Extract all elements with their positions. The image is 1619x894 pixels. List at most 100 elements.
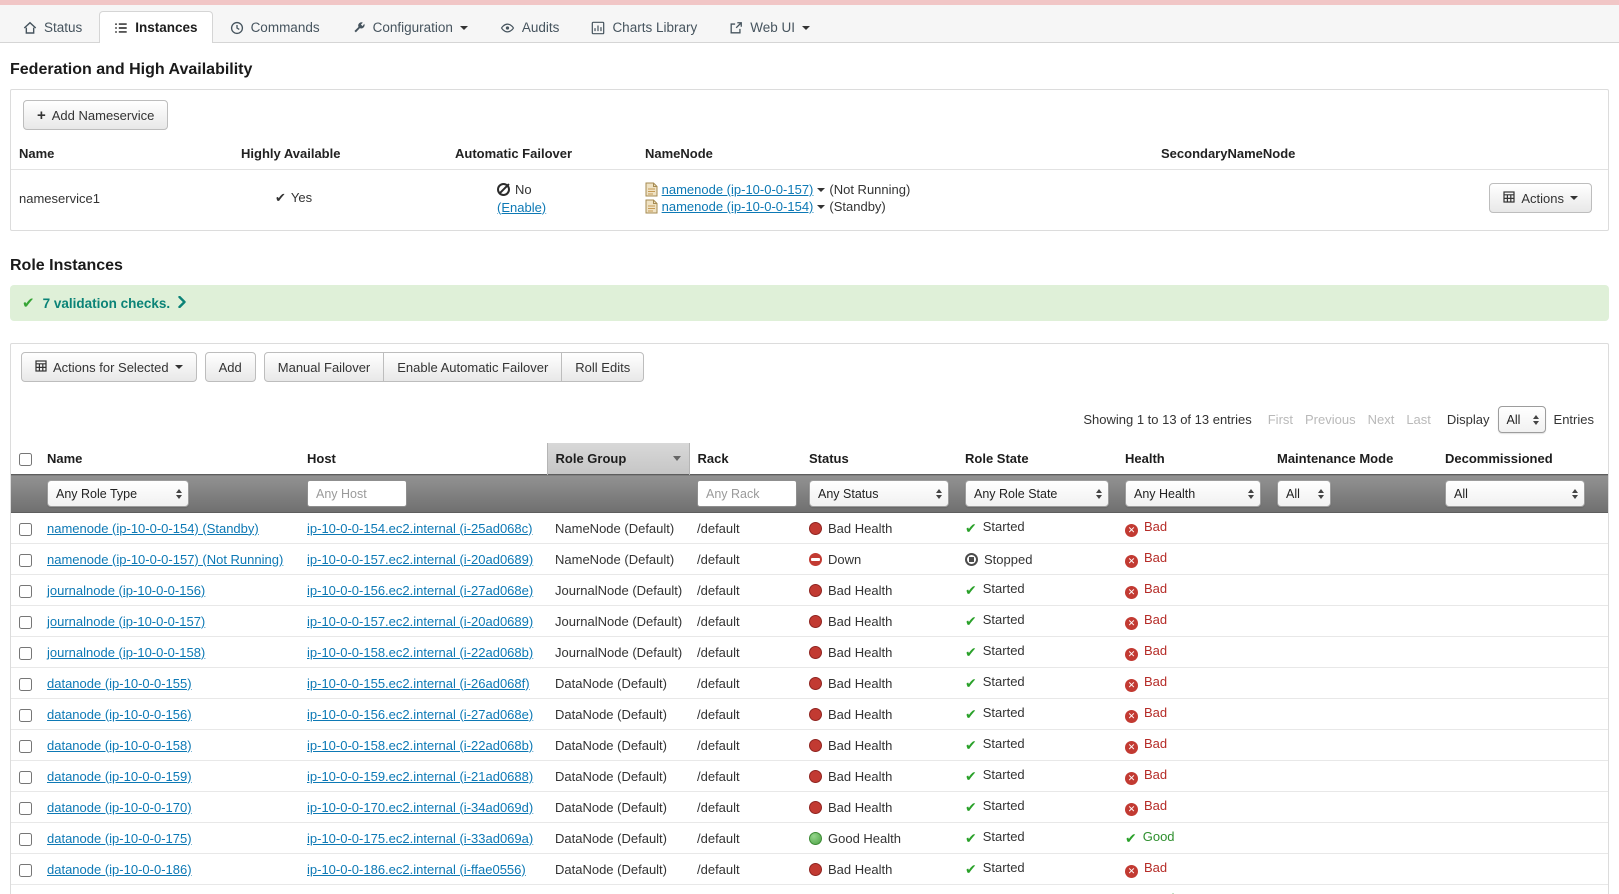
health-filter[interactable]: Any Health (1125, 480, 1261, 507)
host-link[interactable]: ip-10-0-0-156.ec2.internal (i-27ad068e) (307, 707, 533, 722)
namenode-entry: namenode (ip-10-0-0-157)(Not Running) (645, 182, 1145, 197)
decommissioned-filter[interactable]: All (1445, 480, 1585, 507)
select-all-checkbox[interactable] (19, 453, 32, 466)
host-link[interactable]: ip-10-0-0-157.ec2.internal (i-20ad0689) (307, 552, 533, 567)
row-checkbox[interactable] (19, 585, 32, 598)
next-page-link[interactable]: Next (1368, 412, 1395, 427)
table-row: balancer (ip-10-0-0-154) ip-10-0-0-154.e… (11, 885, 1608, 894)
row-checkbox[interactable] (19, 771, 32, 784)
namenode-menu-caret-icon[interactable] (817, 205, 825, 209)
role-instance-link[interactable]: datanode (ip-10-0-0-170) (47, 800, 192, 815)
tab-web-ui[interactable]: Web UI (714, 11, 825, 43)
namenode-link[interactable]: namenode (ip-10-0-0-154) (662, 199, 814, 214)
actions-for-selected-button[interactable]: Actions for Selected (21, 352, 197, 382)
nameservice-actions-button[interactable]: Actions (1489, 183, 1592, 213)
status-cell: Bad Health (801, 513, 957, 544)
status-cell: Bad Health (801, 792, 957, 823)
col-role-group[interactable]: Role Group (547, 443, 689, 475)
role-instance-link[interactable]: datanode (ip-10-0-0-175) (47, 831, 192, 846)
roll-edits-button[interactable]: Roll Edits (561, 352, 644, 382)
col-health[interactable]: Health (1117, 443, 1269, 475)
health-cell: Bad (1117, 730, 1269, 761)
role-state-icon (965, 706, 977, 723)
col-rack[interactable]: Rack (689, 443, 801, 475)
row-checkbox[interactable] (19, 833, 32, 846)
host-link[interactable]: ip-10-0-0-159.ec2.internal (i-21ad0688) (307, 769, 533, 784)
role-instance-link[interactable]: datanode (ip-10-0-0-156) (47, 707, 192, 722)
col-decommissioned[interactable]: Decommissioned (1437, 443, 1608, 475)
enable-automatic-failover-button[interactable]: Enable Automatic Failover (383, 352, 562, 382)
status-cell: Bad Health (801, 606, 957, 637)
role-instance-link[interactable]: journalnode (ip-10-0-0-156) (47, 583, 205, 598)
col-status[interactable]: Status (801, 443, 957, 475)
clock-icon (230, 21, 244, 35)
table-row: datanode (ip-10-0-0-175) ip-10-0-0-175.e… (11, 823, 1608, 854)
col-maintenance-mode[interactable]: Maintenance Mode (1269, 443, 1437, 475)
add-nameservice-button[interactable]: + Add Nameservice (23, 100, 168, 130)
row-checkbox[interactable] (19, 678, 32, 691)
role-instance-link[interactable]: journalnode (ip-10-0-0-158) (47, 645, 205, 660)
host-link[interactable]: ip-10-0-0-170.ec2.internal (i-34ad069d) (307, 800, 533, 815)
role-group-cell: DataNode (Default) (547, 792, 689, 823)
row-checkbox[interactable] (19, 740, 32, 753)
tab-configuration-label: Configuration (373, 20, 453, 35)
host-filter-input[interactable] (307, 480, 407, 507)
tab-configuration[interactable]: Configuration (337, 11, 483, 43)
row-checkbox[interactable] (19, 523, 32, 536)
host-link[interactable]: ip-10-0-0-158.ec2.internal (i-22ad068b) (307, 738, 533, 753)
nameservice-actions-label: Actions (1521, 191, 1564, 206)
host-link[interactable]: ip-10-0-0-175.ec2.internal (i-33ad069a) (307, 831, 533, 846)
enable-failover-link[interactable]: (Enable) (497, 200, 546, 215)
row-checkbox[interactable] (19, 616, 32, 629)
namenode-menu-caret-icon[interactable] (817, 188, 825, 192)
role-instances-panel: Actions for Selected Add Manual Failover… (10, 343, 1609, 894)
role-instance-link[interactable]: datanode (ip-10-0-0-155) (47, 676, 192, 691)
tab-commands[interactable]: Commands (215, 11, 335, 43)
role-type-filter[interactable]: Any Role Type (47, 480, 189, 507)
status-filter[interactable]: Any Status (809, 480, 949, 507)
previous-page-link[interactable]: Previous (1305, 412, 1356, 427)
role-file-icon (645, 199, 658, 214)
tab-status[interactable]: Status (8, 11, 97, 43)
maintenance-mode-cell (1269, 606, 1437, 637)
host-link[interactable]: ip-10-0-0-157.ec2.internal (i-20ad0689) (307, 614, 533, 629)
role-instance-link[interactable]: journalnode (ip-10-0-0-157) (47, 614, 205, 629)
tab-charts-library[interactable]: Charts Library (576, 11, 712, 43)
first-page-link[interactable]: First (1268, 412, 1293, 427)
role-instance-link[interactable]: datanode (ip-10-0-0-186) (47, 862, 192, 877)
host-link[interactable]: ip-10-0-0-158.ec2.internal (i-22ad068b) (307, 645, 533, 660)
rack-filter-input[interactable] (697, 480, 797, 507)
last-page-link[interactable]: Last (1406, 412, 1431, 427)
health-icon (1125, 586, 1138, 599)
host-link[interactable]: ip-10-0-0-156.ec2.internal (i-27ad068e) (307, 583, 533, 598)
validation-checks-link[interactable]: 7 validation checks. (43, 296, 171, 311)
row-checkbox[interactable] (19, 647, 32, 660)
role-instance-link[interactable]: datanode (ip-10-0-0-158) (47, 738, 192, 753)
role-state-filter[interactable]: Any Role State (965, 480, 1109, 507)
host-link[interactable]: ip-10-0-0-186.ec2.internal (i-ffae0556) (307, 862, 526, 877)
maintenance-mode-filter[interactable]: All (1277, 480, 1331, 507)
host-link[interactable]: ip-10-0-0-154.ec2.internal (i-25ad068c) (307, 521, 532, 536)
maintenance-mode-cell (1269, 699, 1437, 730)
display-entries-select[interactable]: All (1498, 406, 1546, 433)
manual-failover-button[interactable]: Manual Failover (264, 352, 385, 382)
role-instance-link[interactable]: datanode (ip-10-0-0-159) (47, 769, 192, 784)
role-instance-link[interactable]: namenode (ip-10-0-0-157) (Not Running) (47, 552, 283, 567)
tab-audits[interactable]: Audits (485, 11, 575, 43)
row-checkbox[interactable] (19, 802, 32, 815)
col-name[interactable]: Name (39, 443, 299, 475)
namenode-link[interactable]: namenode (ip-10-0-0-157) (662, 182, 814, 197)
row-checkbox[interactable] (19, 864, 32, 877)
tab-instances[interactable]: Instances (99, 11, 212, 43)
status-icon (809, 863, 822, 876)
col-host[interactable]: Host (299, 443, 547, 475)
validation-banner[interactable]: ✔ 7 validation checks. (10, 285, 1609, 321)
col-role-state[interactable]: Role State (957, 443, 1117, 475)
role-instance-link[interactable]: namenode (ip-10-0-0-154) (Standby) (47, 521, 259, 536)
decommissioned-filter-value: All (1454, 487, 1468, 501)
host-link[interactable]: ip-10-0-0-155.ec2.internal (i-26ad068f) (307, 676, 530, 691)
row-checkbox[interactable] (19, 709, 32, 722)
row-checkbox[interactable] (19, 554, 32, 567)
rack-cell: /default (689, 854, 801, 885)
add-button[interactable]: Add (205, 352, 256, 382)
